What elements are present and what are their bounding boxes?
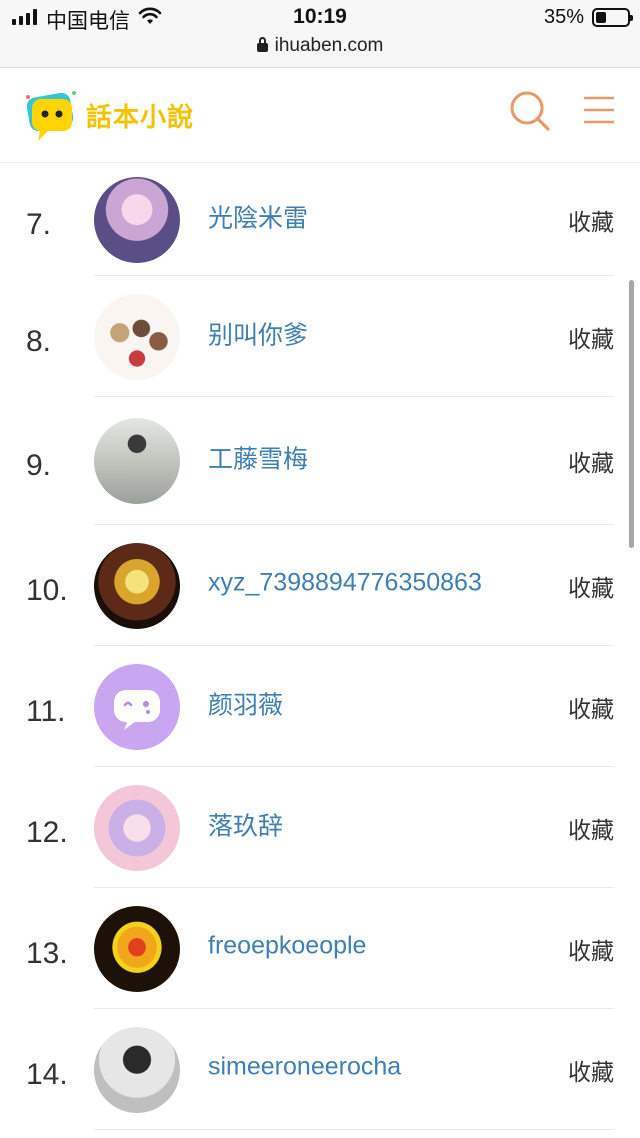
list-item: 10. xyz_7398894776350863 收藏 xyxy=(0,525,640,646)
divider xyxy=(94,1129,614,1130)
battery-percent: 35% xyxy=(543,6,584,28)
user-name-link[interactable]: 颜羽薇 xyxy=(208,685,283,721)
list-item: 8. 别叫你爹 收藏 xyxy=(0,276,640,397)
url-text: ihuaben.com xyxy=(274,35,384,56)
user-name-link[interactable]: 光陰米雷 xyxy=(208,198,308,234)
avatar[interactable] xyxy=(94,176,180,263)
rank-number: 14. xyxy=(26,1057,68,1091)
scrollbar[interactable] xyxy=(629,280,634,548)
rank-number: 7. xyxy=(26,207,52,241)
site-header: 話本小說 xyxy=(0,69,640,163)
rank-number: 8. xyxy=(26,324,52,358)
favorite-button[interactable]: 收藏 xyxy=(568,569,614,603)
avatar[interactable] xyxy=(94,1026,180,1113)
list-item: 13. freoepkoeople 收藏 xyxy=(0,888,640,1009)
favorite-button[interactable]: 收藏 xyxy=(568,1053,614,1087)
ranking-list: 7. 光陰米雷 收藏 8. 别叫你爹 收藏 9. 工藤雪梅 收藏 10. xyz… xyxy=(0,163,640,1130)
rank-number: 12. xyxy=(26,815,68,849)
status-bar: 中国电信 10:19 35% ihuaben.com xyxy=(0,0,640,68)
list-item: 12. 落玖辞 收藏 xyxy=(0,767,640,888)
user-name-link[interactable]: simeeroneerocha xyxy=(208,1052,401,1081)
site-logo-text[interactable]: 話本小說 xyxy=(86,97,194,134)
rank-number: 13. xyxy=(26,936,68,970)
avatar[interactable] xyxy=(94,905,180,992)
avatar[interactable] xyxy=(94,293,180,380)
rank-number: 9. xyxy=(26,449,52,483)
favorite-button[interactable]: 收藏 xyxy=(568,320,614,354)
address-bar[interactable]: ihuaben.com xyxy=(0,35,640,57)
favorite-button[interactable]: 收藏 xyxy=(568,932,614,966)
user-name-link[interactable]: 别叫你爹 xyxy=(208,315,308,351)
favorite-button[interactable]: 收藏 xyxy=(568,811,614,845)
battery-icon xyxy=(592,8,633,27)
menu-icon[interactable] xyxy=(582,93,616,127)
site-logo-icon[interactable] xyxy=(22,87,80,145)
user-name-link[interactable]: xyz_7398894776350863 xyxy=(208,568,482,597)
rank-number: 10. xyxy=(26,573,68,607)
avatar[interactable] xyxy=(94,418,180,504)
lock-icon xyxy=(256,37,268,52)
chat-bubble-icon xyxy=(114,689,160,730)
favorite-button[interactable]: 收藏 xyxy=(568,690,614,724)
avatar[interactable] xyxy=(94,784,180,871)
list-item: 11. 颜羽薇 收藏 xyxy=(0,646,640,767)
list-item: 9. 工藤雪梅 收藏 xyxy=(0,397,640,525)
avatar[interactable] xyxy=(94,542,180,629)
user-name-link[interactable]: 工藤雪梅 xyxy=(208,439,308,475)
search-icon[interactable] xyxy=(508,89,552,133)
list-item: 14. simeeroneerocha 收藏 xyxy=(0,1009,640,1130)
favorite-button[interactable]: 收藏 xyxy=(568,203,614,237)
list-item: 7. 光陰米雷 收藏 xyxy=(0,163,640,276)
favorite-button[interactable]: 收藏 xyxy=(568,444,614,478)
user-name-link[interactable]: 落玖辞 xyxy=(208,806,283,842)
avatar[interactable] xyxy=(94,663,180,750)
user-name-link[interactable]: freoepkoeople xyxy=(208,931,366,960)
rank-number: 11. xyxy=(26,694,66,728)
